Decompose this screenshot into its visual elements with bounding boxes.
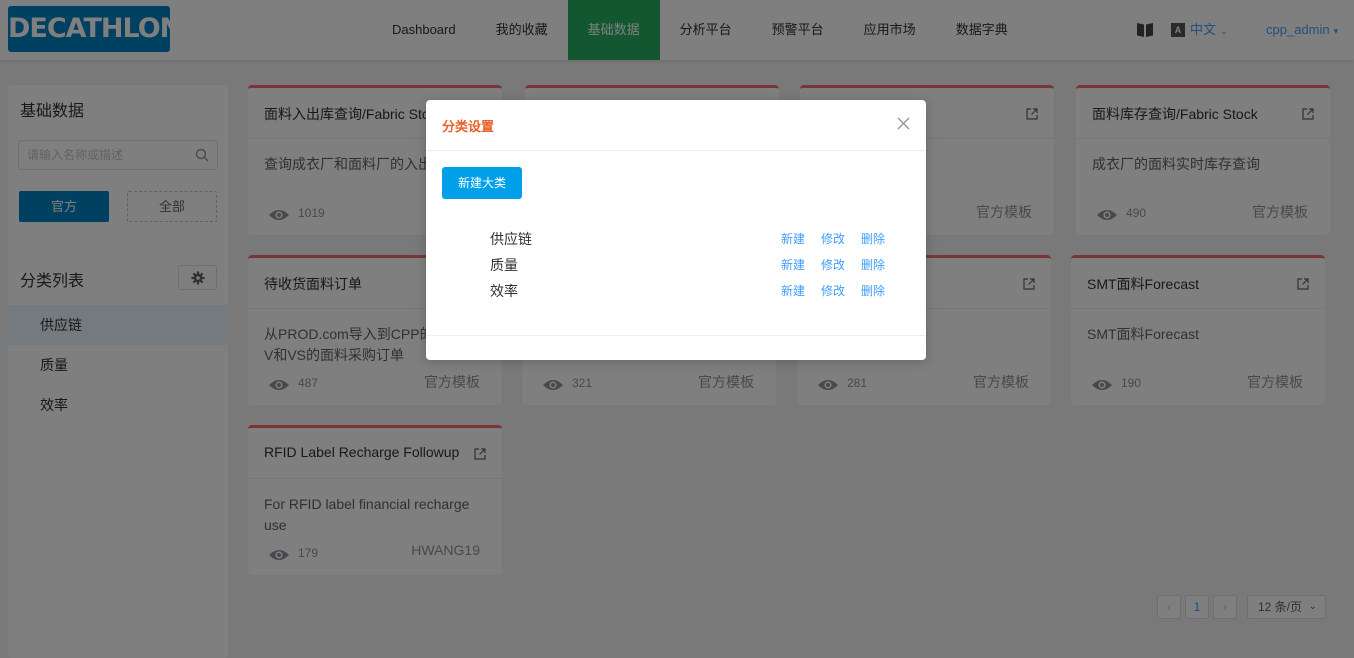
dialog-header-divider bbox=[426, 150, 926, 151]
edit-category-link[interactable]: 修改 bbox=[821, 230, 845, 247]
edit-category-link[interactable]: 修改 bbox=[821, 282, 845, 299]
category-row: 质量 新建 修改 删除 bbox=[490, 255, 890, 275]
category-row: 效率 新建 修改 删除 bbox=[490, 281, 890, 301]
dialog-footer-divider bbox=[426, 335, 926, 336]
add-subcategory-link[interactable]: 新建 bbox=[781, 282, 805, 299]
dialog-title: 分类设置 bbox=[442, 119, 495, 134]
close-icon[interactable] bbox=[897, 117, 910, 130]
add-subcategory-link[interactable]: 新建 bbox=[781, 256, 805, 273]
edit-category-link[interactable]: 修改 bbox=[821, 256, 845, 273]
category-settings-dialog: 分类设置 新建大类 供应链 新建 修改 删除 质量 新建 修改 删除 效率 新建… bbox=[426, 100, 926, 360]
category-row: 供应链 新建 修改 删除 bbox=[490, 229, 890, 249]
delete-category-link[interactable]: 删除 bbox=[861, 282, 885, 299]
delete-category-link[interactable]: 删除 bbox=[861, 256, 885, 273]
delete-category-link[interactable]: 删除 bbox=[861, 230, 885, 247]
add-subcategory-link[interactable]: 新建 bbox=[781, 230, 805, 247]
category-name: 质量 bbox=[490, 257, 518, 273]
new-category-button[interactable]: 新建大类 bbox=[442, 167, 522, 199]
category-name: 供应链 bbox=[490, 231, 532, 247]
category-name: 效率 bbox=[490, 283, 518, 299]
